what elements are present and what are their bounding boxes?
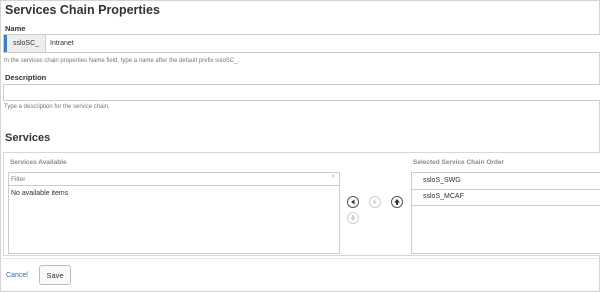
- description-help-text: Type a description for the service chain…: [4, 104, 110, 110]
- clear-filter-icon[interactable]: ×: [331, 174, 335, 180]
- move-up-button[interactable]: [391, 196, 403, 208]
- cancel-link[interactable]: Cancel: [6, 272, 28, 279]
- page-title: Services Chain Properties: [5, 3, 160, 17]
- filter-row: ×: [9, 173, 339, 186]
- empty-list-text: No available items: [11, 190, 69, 197]
- name-prefix: ssloSC_: [7, 35, 46, 52]
- move-right-button[interactable]: [369, 196, 381, 208]
- selected-chain-list[interactable]: ssloS_SWG ssloS_MCAF: [411, 172, 600, 254]
- list-item[interactable]: ssloS_SWG: [412, 173, 600, 190]
- save-button[interactable]: Save: [39, 265, 71, 285]
- selected-chain-order-header: Selected Service Chain Order: [413, 159, 505, 166]
- services-available-list[interactable]: × No available items: [8, 172, 340, 254]
- name-input[interactable]: Intranet: [50, 35, 74, 52]
- move-left-button[interactable]: [347, 196, 359, 208]
- move-down-button[interactable]: [347, 212, 359, 224]
- filter-input[interactable]: [11, 173, 321, 185]
- arrow-down-icon: [350, 215, 356, 221]
- footer-divider: [0, 258, 600, 259]
- list-item[interactable]: ssloS_MCAF: [412, 189, 600, 206]
- arrow-right-icon: [373, 199, 377, 205]
- arrow-up-icon: [394, 199, 400, 205]
- name-help-text: In the services chain properties Name fi…: [4, 58, 240, 64]
- name-field[interactable]: ssloSC_ Intranet: [3, 34, 600, 53]
- description-input[interactable]: [3, 84, 600, 101]
- arrow-left-icon: [351, 199, 355, 205]
- services-section-title: Services: [5, 132, 51, 144]
- description-label: Description: [5, 73, 47, 82]
- name-label: Name: [5, 24, 26, 33]
- services-available-header: Services Available: [10, 159, 67, 166]
